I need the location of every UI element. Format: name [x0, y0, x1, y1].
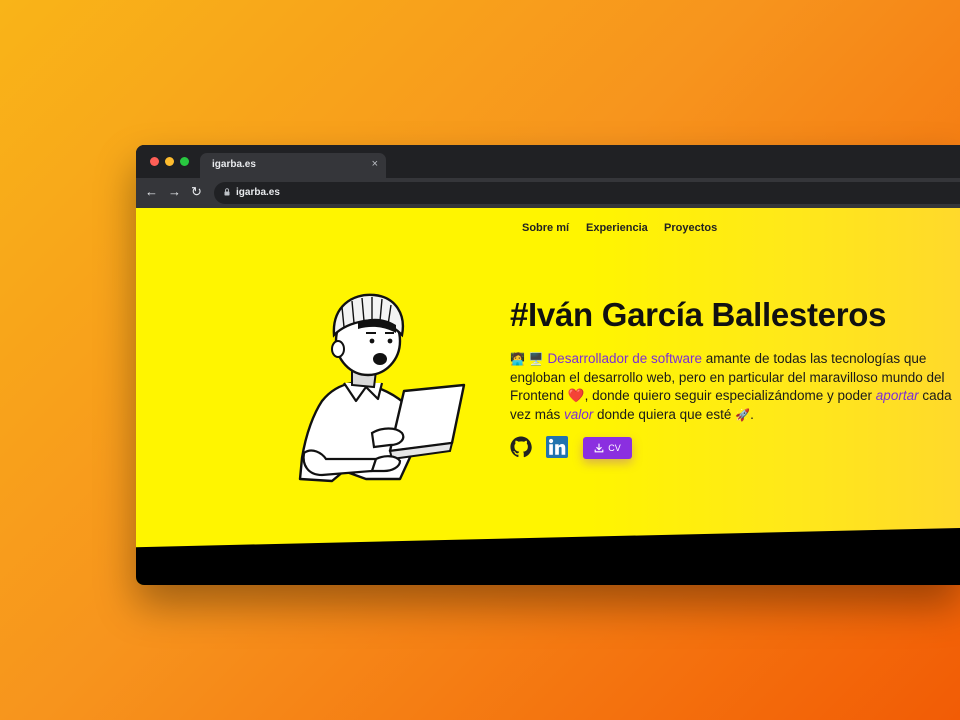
- cv-label: CV: [608, 443, 621, 453]
- address-bar[interactable]: igarba.es: [214, 182, 960, 204]
- close-window-button[interactable]: [150, 157, 159, 166]
- computer-emoji: 🖥️: [528, 352, 544, 366]
- maximize-window-button[interactable]: [180, 157, 189, 166]
- browser-titlebar: igarba.es ×: [136, 145, 960, 178]
- tab-title: igarba.es: [212, 159, 256, 170]
- role-highlight: Desarrollador de software: [547, 351, 703, 366]
- url-text: igarba.es: [236, 187, 280, 198]
- browser-toolbar: ← → ↻ igarba.es: [136, 178, 960, 208]
- back-arrow-icon[interactable]: ←: [145, 185, 158, 199]
- tab-close-icon[interactable]: ×: [372, 158, 378, 170]
- browser-tab[interactable]: igarba.es ×: [200, 153, 386, 178]
- desc-text-5: .: [750, 406, 754, 422]
- download-cv-button[interactable]: CV: [583, 437, 632, 459]
- page-title: #Iván García Ballesteros: [510, 296, 887, 333]
- forward-arrow-icon[interactable]: →: [168, 185, 181, 199]
- technologist-emoji: 🧑‍💻: [510, 352, 525, 366]
- nav-link-proyectos[interactable]: Proyectos: [664, 222, 717, 234]
- linkedin-icon[interactable]: [546, 436, 568, 458]
- lock-icon: [224, 188, 230, 196]
- desc-text-4: donde quiera que esté: [593, 406, 736, 422]
- hero-description: 🧑‍💻 🖥️ Desarrollador de software amante …: [510, 350, 960, 424]
- browser-window: igarba.es × ← → ↻ igarba.es Sobre mí Exp…: [136, 145, 960, 585]
- github-icon[interactable]: [510, 436, 532, 458]
- minimize-window-button[interactable]: [165, 157, 174, 166]
- aportar-highlight: aportar: [875, 388, 919, 403]
- rocket-emoji: 🚀: [735, 407, 751, 422]
- nav-link-sobre-mi[interactable]: Sobre mí: [522, 222, 569, 234]
- valor-highlight: valor: [564, 406, 594, 422]
- reload-icon[interactable]: ↻: [191, 185, 202, 199]
- footer-band: [136, 528, 960, 585]
- desc-text-2: , donde quiero seguir especializándome y…: [584, 388, 876, 403]
- page-viewport: Sobre mí Experiencia Proyectos #Iván Gar…: [136, 208, 960, 585]
- download-icon: [594, 443, 604, 453]
- nav-link-experiencia[interactable]: Experiencia: [586, 222, 648, 234]
- developer-illustration: [298, 293, 466, 483]
- heart-emoji: ❤️: [567, 388, 585, 403]
